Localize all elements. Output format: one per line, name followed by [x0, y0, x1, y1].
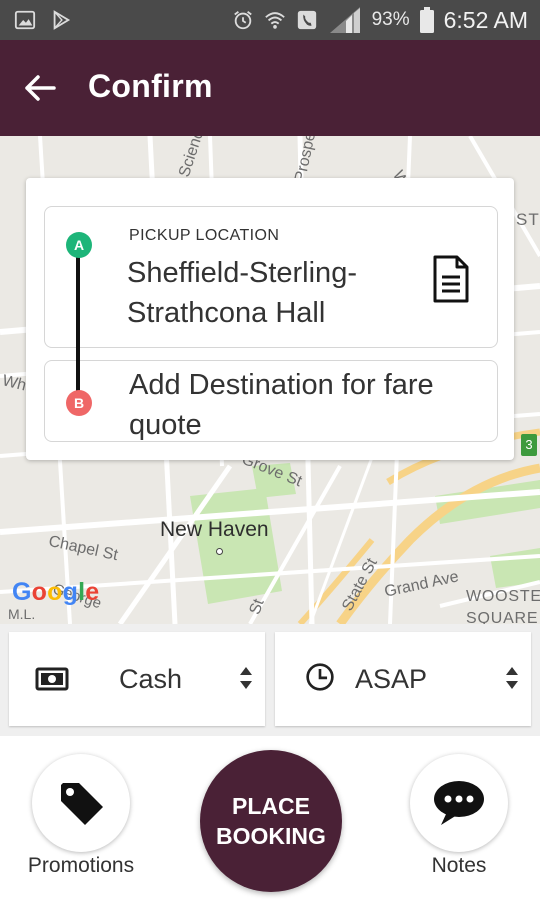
- play-store-icon: [53, 10, 71, 30]
- route-connector-line: [76, 248, 80, 398]
- booking-options: Cash ASAP: [0, 624, 540, 736]
- pickup-marker: A: [66, 232, 92, 258]
- chat-bubble-icon: [434, 781, 484, 825]
- notes-button[interactable]: [410, 754, 508, 852]
- alarm-icon: [233, 11, 252, 30]
- pickup-address: Sheffield-Sterling-Strathcona Hall: [127, 257, 357, 329]
- promotions-label: Promotions: [27, 854, 135, 877]
- page-title: Confirm: [88, 68, 213, 104]
- route-shield: 3: [521, 434, 537, 456]
- signal-icon: [329, 7, 360, 33]
- cash-icon: [35, 667, 69, 691]
- destination-placeholder: Add Destination for fare quote: [129, 369, 434, 441]
- city-marker: [216, 548, 223, 555]
- neighborhood-label: WOOSTER SQUARE: [466, 588, 540, 624]
- pickup-location-field[interactable]: PICKUP LOCATION Sheffield-Sterling-Strat…: [44, 206, 498, 348]
- back-button[interactable]: [18, 68, 62, 108]
- city-label: New Haven: [160, 518, 269, 541]
- clock-icon: [306, 663, 334, 691]
- location-card: PICKUP LOCATION Sheffield-Sterling-Strat…: [26, 178, 514, 460]
- payment-method-value: Cash: [119, 664, 183, 694]
- pickup-label: PICKUP LOCATION: [129, 227, 280, 244]
- street-label: M.L.: [8, 606, 36, 622]
- document-icon: [433, 255, 469, 303]
- phone-icon: [297, 10, 316, 30]
- image-icon: [14, 10, 36, 30]
- pickup-time-select[interactable]: ASAP: [275, 632, 531, 726]
- bottom-actions: Promotions PLACE BOOKING Notes: [0, 736, 540, 900]
- arrow-left-icon: [25, 75, 56, 101]
- google-logo: Google: [12, 578, 100, 606]
- pickup-notes-button[interactable]: [429, 253, 473, 305]
- notes-label: Notes: [431, 854, 487, 877]
- battery-percent: 93%: [371, 9, 410, 30]
- tag-icon: [61, 783, 103, 825]
- status-bar: 93% 6:52 AM: [0, 0, 540, 40]
- place-booking-label: PLACE BOOKING: [216, 793, 326, 849]
- pickup-time-value: ASAP: [355, 664, 428, 694]
- destination-input[interactable]: Add Destination for fare quote: [44, 360, 498, 442]
- destination-marker: B: [66, 390, 92, 416]
- payment-method-select[interactable]: Cash: [9, 632, 265, 726]
- sort-caret-icon: [240, 667, 252, 689]
- app-bar: Confirm: [0, 40, 540, 136]
- battery-icon: [419, 7, 434, 33]
- status-bar-system: 93% 6:52 AM: [232, 4, 528, 36]
- sort-caret-icon: [506, 667, 518, 689]
- promotions-button[interactable]: [32, 754, 130, 852]
- screen: 93% 6:52 AM Confirm Science Prospect St …: [0, 0, 540, 900]
- street-label: ST: [516, 210, 540, 229]
- place-booking-button[interactable]: PLACE BOOKING: [200, 750, 342, 892]
- status-bar-notifications: [14, 8, 72, 32]
- clock: 6:52 AM: [443, 6, 528, 33]
- wifi-icon: [264, 12, 285, 29]
